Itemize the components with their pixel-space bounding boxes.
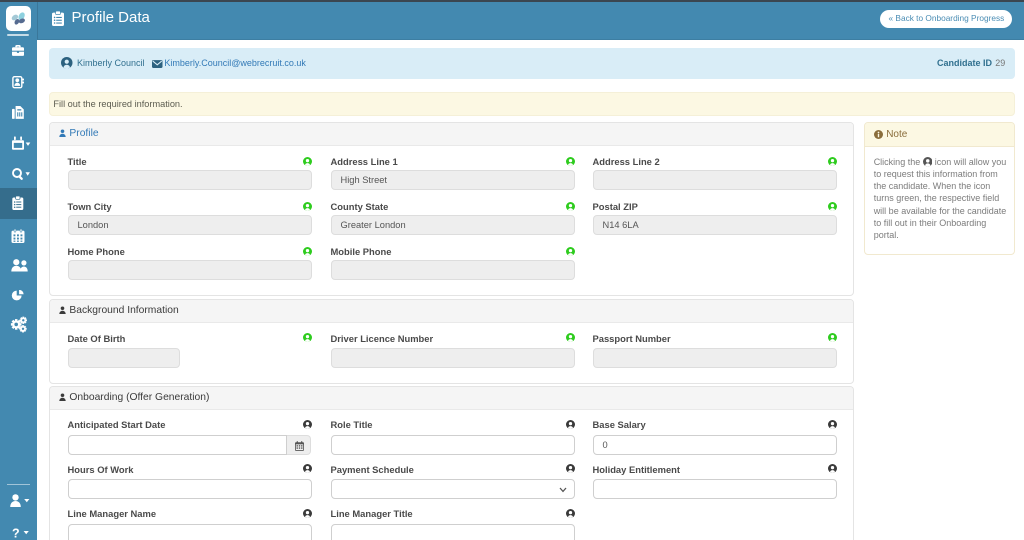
svg-text:?: ? (12, 527, 20, 540)
